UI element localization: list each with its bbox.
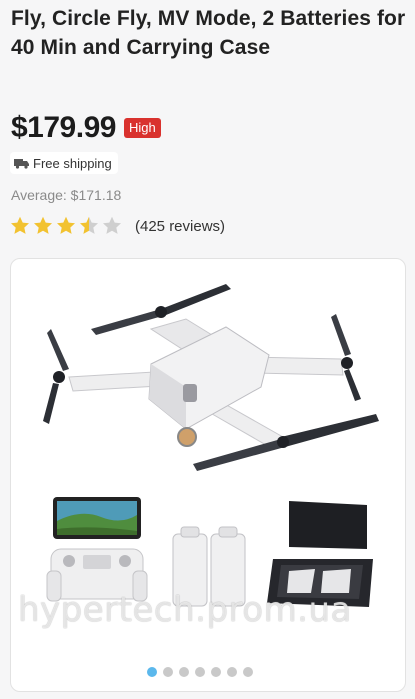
watermark: hypertech.prom.ua <box>18 590 352 630</box>
gallery-pagination[interactable] <box>147 667 259 677</box>
price: $179.99 <box>11 111 116 144</box>
star-rating <box>9 215 124 237</box>
pagination-dot[interactable] <box>147 667 157 677</box>
shipping-label: Free shipping <box>33 155 112 171</box>
product-title: Fly, Circle Fly, MV Mode, 2 Batteries fo… <box>11 7 406 59</box>
pagination-dot[interactable] <box>179 667 189 677</box>
pagination-dot[interactable] <box>243 667 253 677</box>
rating[interactable]: (425 reviews) <box>9 215 225 237</box>
price-badge: High <box>123 118 161 138</box>
remote-controller <box>46 497 148 602</box>
average-price: Average: $171.18 <box>11 187 122 203</box>
pagination-dot[interactable] <box>163 667 173 677</box>
star-icon <box>57 216 75 234</box>
star-icon <box>80 216 98 234</box>
pagination-dot[interactable] <box>211 667 221 677</box>
free-shipping-tag: Free shipping <box>10 152 118 174</box>
drone <box>43 284 379 471</box>
star-icon <box>34 216 52 234</box>
pagination-dot[interactable] <box>195 667 205 677</box>
star-icon <box>103 216 121 234</box>
pagination-dot[interactable] <box>227 667 237 677</box>
truck-icon <box>14 159 29 169</box>
price-row: $179.99 High <box>11 111 161 145</box>
star-icon <box>11 216 29 234</box>
reviews-link[interactable]: (425 reviews) <box>135 218 225 235</box>
